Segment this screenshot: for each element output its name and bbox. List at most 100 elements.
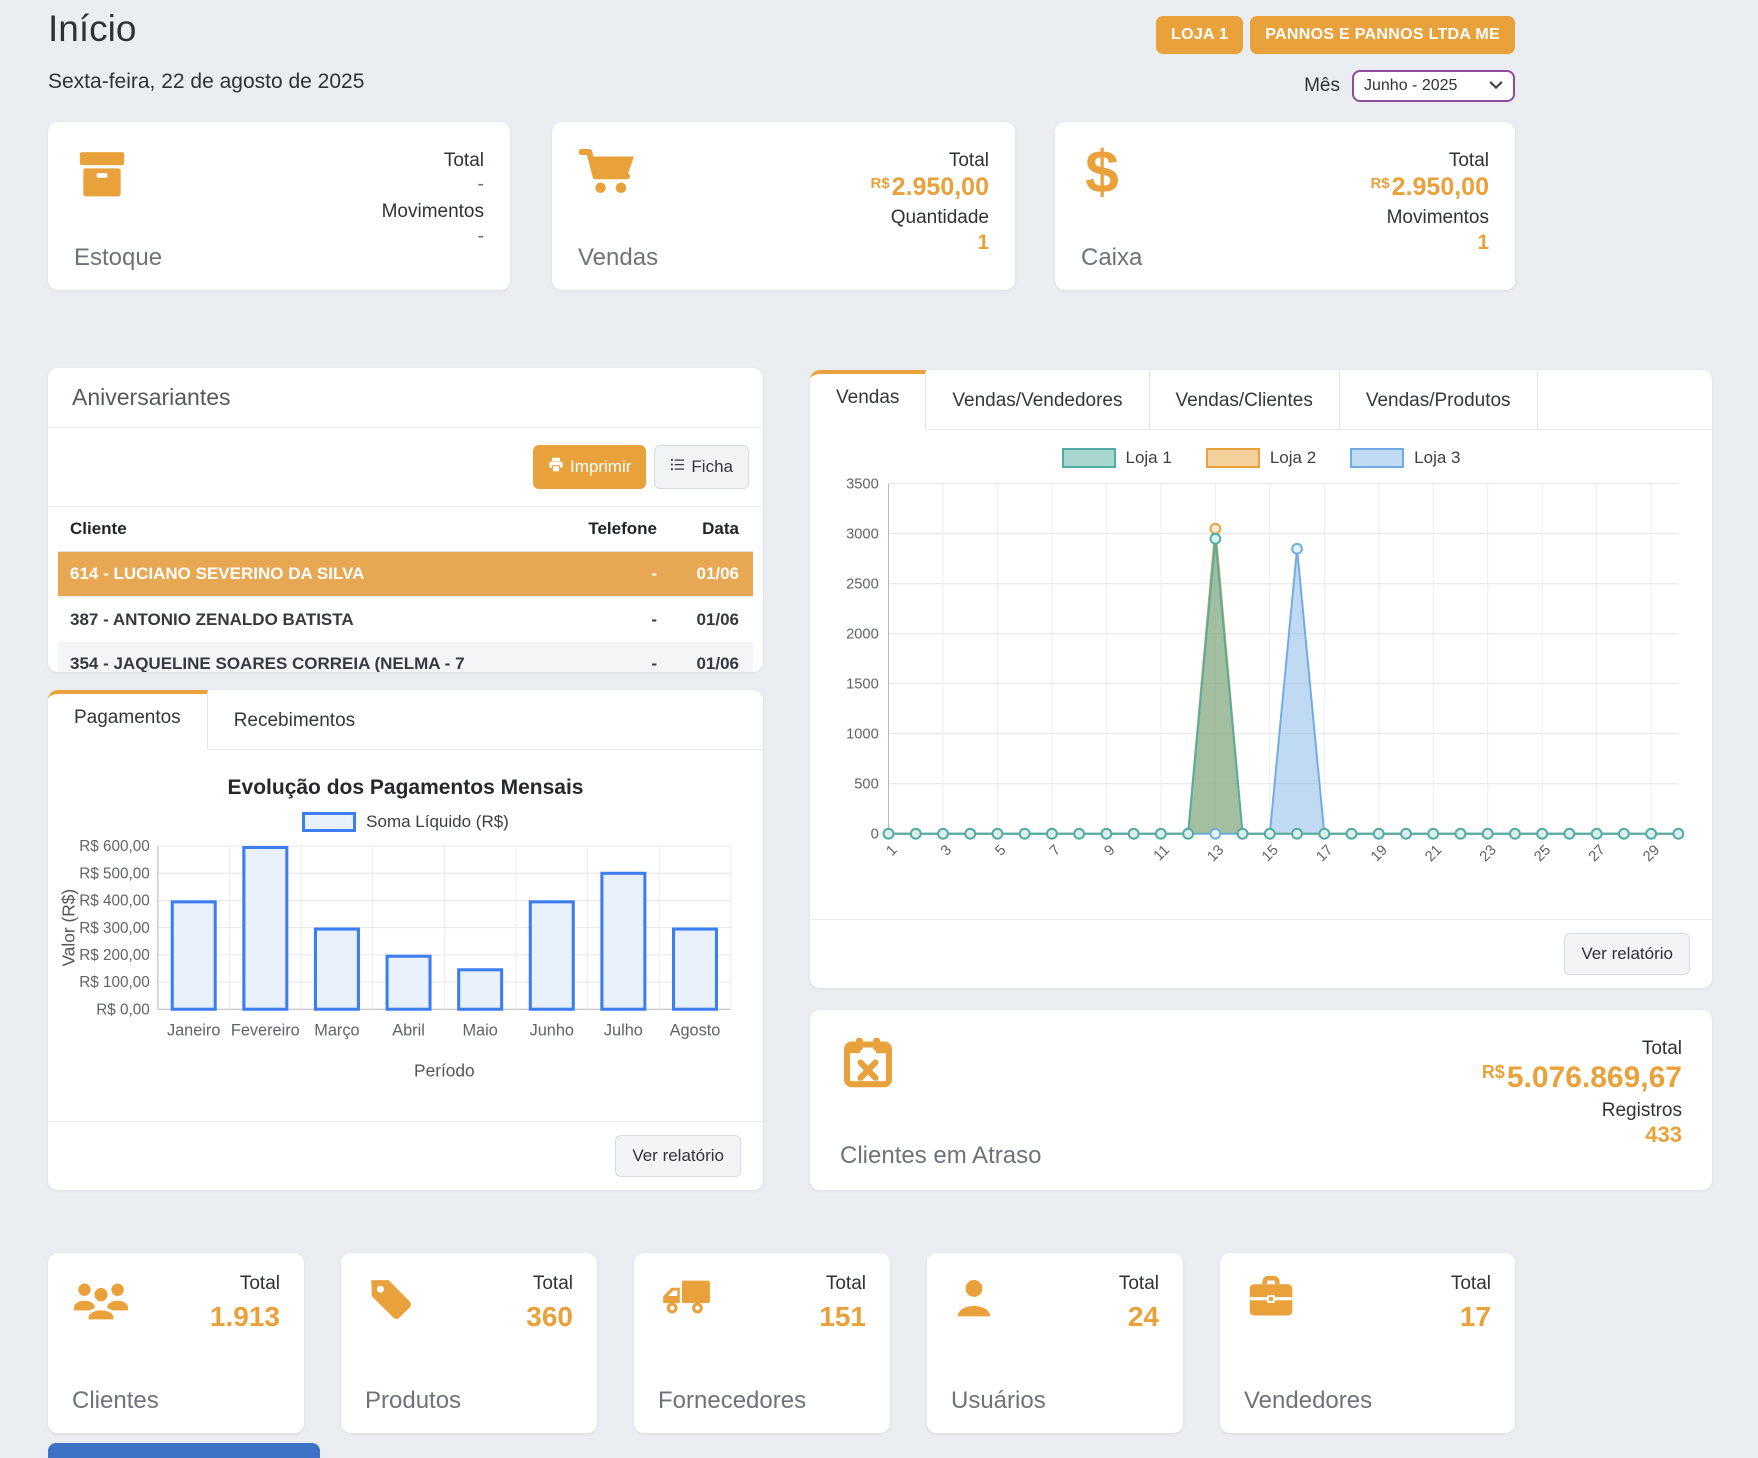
svg-text:Janeiro: Janeiro [167, 1022, 220, 1040]
metric-value: R$2.950,00 [1370, 172, 1489, 203]
cart-icon [578, 146, 658, 203]
total-label: Total [819, 1273, 866, 1295]
legend-label: Loja 3 [1414, 448, 1460, 468]
summary-card-label: Vendedores [1244, 1387, 1491, 1415]
tab-vendas-vendedores[interactable]: Vendas/Vendedores [926, 370, 1149, 429]
svg-text:29: 29 [1640, 842, 1663, 865]
metric-name: Total [1482, 1038, 1682, 1060]
metric-name: Registros [1482, 1100, 1682, 1122]
payments-chart-legend: Soma Líquido (R$) [48, 812, 763, 832]
svg-text:25: 25 [1531, 842, 1554, 865]
metric-name: Movimentos [382, 201, 484, 223]
company-badge[interactable]: PANNOS E PANNOS LTDA ME [1250, 16, 1515, 54]
summary-card-label: Fornecedores [658, 1387, 866, 1415]
legend-swatch-loja3 [1350, 448, 1404, 468]
page-title: Início [48, 8, 136, 50]
stat-card-label: Vendas [578, 244, 658, 272]
svg-text:2000: 2000 [846, 627, 879, 643]
legend-swatch-loja2 [1206, 448, 1260, 468]
sales-tabs: Vendas Vendas/Vendedores Vendas/Clientes… [810, 370, 1712, 430]
legend-item: Loja 1 [1062, 448, 1172, 468]
currency-prefix: R$ [870, 175, 889, 192]
ficha-button[interactable]: Ficha [654, 445, 749, 489]
total-label: Total [1451, 1273, 1491, 1295]
payments-chart-title: Evolução dos Pagamentos Mensais [58, 776, 753, 800]
next-panel-edge [48, 1443, 320, 1458]
briefcase-icon [1244, 1273, 1298, 1333]
svg-text:0: 0 [871, 827, 879, 843]
tab-vendas-produtos[interactable]: Vendas/Produtos [1340, 370, 1538, 429]
late-clients-label: Clientes em Atraso [840, 1142, 1041, 1170]
metric-name: Total [382, 150, 484, 172]
currency-prefix: R$ [1482, 1062, 1505, 1082]
metric-value: - [382, 172, 484, 197]
sales-chart-svg: 0500100015002000250030003500135791113151… [810, 472, 1712, 909]
users-icon [72, 1273, 130, 1333]
svg-text:Março: Março [314, 1022, 359, 1040]
cell-telefone: - [549, 552, 669, 598]
svg-text:3500: 3500 [846, 477, 879, 493]
tab-recebimentos[interactable]: Recebimentos [208, 690, 381, 749]
svg-text:Maio: Maio [462, 1022, 497, 1040]
box-icon [74, 146, 162, 207]
legend-item: Loja 2 [1206, 448, 1316, 468]
svg-text:R$ 300,00: R$ 300,00 [79, 920, 150, 937]
svg-text:11: 11 [1151, 842, 1173, 864]
metric-value: - [382, 223, 484, 249]
month-select[interactable]: Junho - 2025 [1352, 70, 1515, 102]
summary-card-produtos: Total 360 Produtos [341, 1253, 597, 1433]
sales-report-button[interactable]: Ver relatório [1564, 933, 1690, 975]
svg-text:27: 27 [1586, 842, 1609, 865]
svg-text:Agosto: Agosto [670, 1022, 721, 1040]
stat-card-caixa: $ Caixa Total R$2.950,00 Movimentos 1 [1055, 122, 1515, 290]
payments-report-button[interactable]: Ver relatório [615, 1135, 741, 1177]
page-date: Sexta-feira, 22 de agosto de 2025 [48, 70, 364, 94]
dashboard-page: { "header": { "title": "Início", "date":… [0, 0, 1758, 1458]
cell-cliente: 354 - JAQUELINE SOARES CORREIA (NELMA - … [58, 642, 549, 672]
header-badges: LOJA 1 PANNOS E PANNOS LTDA ME [1156, 16, 1515, 54]
payments-chart-svg: R$ 0,00R$ 100,00R$ 200,00R$ 300,00R$ 400… [48, 836, 763, 1090]
table-row[interactable]: 354 - JAQUELINE SOARES CORREIA (NELMA - … [58, 642, 753, 672]
total-label: Total [1119, 1273, 1159, 1295]
table-row[interactable]: 387 - ANTONIO ZENALDO BATISTA - 01/06 [58, 597, 753, 642]
summary-card-usuarios: Total 24 Usuários [927, 1253, 1183, 1433]
print-button[interactable]: Imprimir [533, 445, 646, 489]
svg-text:1: 1 [883, 842, 900, 859]
month-label: Mês [1304, 75, 1340, 97]
tab-vendas-clientes[interactable]: Vendas/Clientes [1150, 370, 1340, 429]
birthdays-title: Aniversariantes [48, 368, 763, 428]
summary-card-label: Clientes [72, 1387, 280, 1415]
table-row[interactable]: 614 - LUCIANO SEVERINO DA SILVA - 01/06 [58, 552, 753, 598]
list-icon [670, 457, 685, 477]
payments-tabs: Pagamentos Recebimentos [48, 690, 763, 750]
svg-text:$: $ [1085, 146, 1119, 202]
svg-text:Fevereiro: Fevereiro [231, 1022, 300, 1040]
legend-item: Soma Líquido (R$) [302, 812, 509, 832]
store-badge[interactable]: LOJA 1 [1156, 16, 1243, 54]
currency-prefix: R$ [1370, 175, 1389, 192]
ficha-button-label: Ficha [691, 457, 733, 477]
summary-card-vendedores: Total 17 Vendedores [1220, 1253, 1515, 1433]
late-registros-value: 433 [1482, 1122, 1682, 1148]
dollar-icon: $ [1081, 146, 1142, 207]
legend-swatch-loja1 [1062, 448, 1116, 468]
cell-telefone: - [549, 597, 669, 642]
payments-footer: Ver relatório [48, 1121, 763, 1190]
svg-text:R$ 200,00: R$ 200,00 [79, 947, 150, 964]
summary-card-label: Usuários [951, 1387, 1159, 1415]
summary-card-clientes: Total 1.913 Clientes [48, 1253, 304, 1433]
tab-vendas[interactable]: Vendas [810, 370, 926, 430]
svg-text:3000: 3000 [846, 527, 879, 543]
total-value: 1.913 [210, 1301, 280, 1333]
svg-text:19: 19 [1368, 842, 1391, 865]
tab-pagamentos[interactable]: Pagamentos [48, 690, 208, 750]
sales-chart-legend: Loja 1 Loja 2 Loja 3 [810, 448, 1712, 468]
tag-icon [365, 1273, 415, 1333]
column-header-telefone: Telefone [549, 507, 669, 552]
total-label: Total [526, 1273, 573, 1295]
cell-cliente: 614 - LUCIANO SEVERINO DA SILVA [58, 552, 549, 598]
svg-text:R$ 600,00: R$ 600,00 [79, 840, 150, 855]
svg-text:7: 7 [1047, 842, 1064, 859]
summary-card-label: Produtos [365, 1387, 573, 1415]
metric-name: Total [870, 150, 989, 172]
